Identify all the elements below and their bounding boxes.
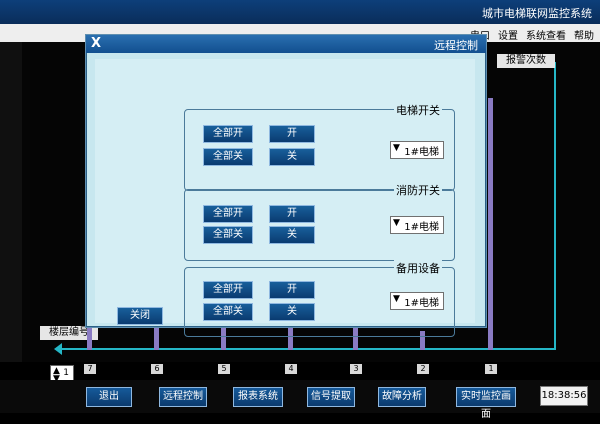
dialog-title: 远程控制 (434, 39, 478, 52)
remote-control-dialog: X 远程控制 电梯开关 ▼ 1#电梯 开 全部开 关 全部关 消防开关 ▼ 1#… (85, 34, 487, 337)
fire-open-button[interactable]: 开 (269, 205, 315, 223)
group-elevator-switch: 电梯开关 ▼ 1#电梯 开 全部开 关 全部关 (184, 102, 455, 191)
dialog-header: X 远程控制 (86, 35, 486, 53)
fire-close-all-button[interactable]: 全部关 (203, 226, 253, 244)
spare-close-button[interactable]: 关 (269, 303, 315, 321)
menu-item-system[interactable]: 系统查看 (526, 27, 566, 42)
group-label: 消防开关 (394, 182, 442, 198)
report-system-button[interactable]: 报表系统 (233, 387, 283, 407)
x-tick-1: 1 (485, 364, 497, 374)
realtime-monitor-button[interactable]: 实时监控画面 (456, 387, 516, 420)
left-strip (0, 42, 22, 362)
x-tick-2: 2 (417, 364, 429, 374)
spare-elevator-select[interactable]: ▼ 1#电梯 (390, 292, 444, 310)
x-tick-6: 6 (151, 364, 163, 374)
y-axis-label: 报警次数 (497, 54, 555, 68)
x-axis-arrow (54, 343, 62, 355)
window-titlebar: 城市电梯联网监控系统 (0, 0, 600, 24)
stepper-value: 1 (63, 368, 69, 378)
x-tick-7: 7 (84, 364, 96, 374)
dialog-close-button[interactable]: 关闭 (117, 307, 163, 325)
signal-extract-button[interactable]: 信号提取 (307, 387, 355, 407)
x-tick-3: 3 (350, 364, 362, 374)
group-label: 电梯开关 (394, 102, 442, 118)
group-fire-switch: 消防开关 ▼ 1#电梯 开 全部开 关 全部关 (184, 182, 455, 261)
select-value: 1#电梯 (404, 222, 439, 233)
bar-floor-1 (488, 98, 493, 350)
spare-open-all-button[interactable]: 全部开 (203, 281, 253, 299)
fault-analysis-button[interactable]: 故障分析 (378, 387, 426, 407)
select-value: 1#电梯 (404, 147, 439, 158)
spare-close-all-button[interactable]: 全部关 (203, 303, 253, 321)
close-button[interactable]: 关 (269, 148, 315, 166)
open-button[interactable]: 开 (269, 125, 315, 143)
group-spare-device: 备用设备 ▼ 1#电梯 开 全部开 关 全部关 (184, 260, 455, 337)
menu-item-settings[interactable]: 设置 (498, 27, 518, 42)
open-all-button[interactable]: 全部开 (203, 125, 253, 143)
close-all-button[interactable]: 全部关 (203, 148, 253, 166)
close-icon[interactable]: X (91, 36, 101, 51)
select-value: 1#电梯 (404, 298, 439, 309)
exit-button[interactable]: 退出 (86, 387, 132, 407)
remote-control-button[interactable]: 远程控制 (159, 387, 207, 407)
menu-item-help[interactable]: 帮助 (574, 27, 594, 42)
x-tick-4: 4 (285, 364, 297, 374)
chevron-down-icon: ▼ (393, 294, 400, 304)
group-label: 备用设备 (394, 260, 442, 276)
window-title: 城市电梯联网监控系统 (482, 7, 592, 20)
fire-open-all-button[interactable]: 全部开 (203, 205, 253, 223)
fire-close-button[interactable]: 关 (269, 226, 315, 244)
elevator-select[interactable]: ▼ 1#电梯 (390, 141, 444, 159)
x-tick-5: 5 (218, 364, 230, 374)
spare-open-button[interactable]: 开 (269, 281, 315, 299)
chevron-down-icon: ▼ (393, 218, 400, 228)
dialog-body: 电梯开关 ▼ 1#电梯 开 全部开 关 全部关 消防开关 ▼ 1#电梯 开 全部… (95, 59, 475, 337)
chevron-down-icon: ▼ (393, 143, 400, 153)
fire-elevator-select[interactable]: ▼ 1#电梯 (390, 216, 444, 234)
system-clock: 18:38:56 (540, 386, 588, 406)
